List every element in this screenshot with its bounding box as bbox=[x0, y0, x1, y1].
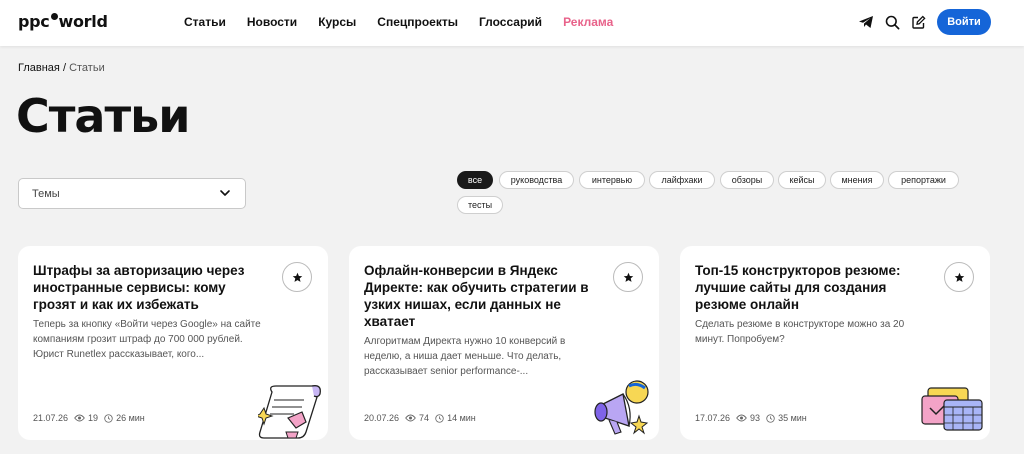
site-logo[interactable]: ppc world bbox=[18, 12, 108, 31]
nav-item-news[interactable]: Новости bbox=[247, 15, 297, 29]
eye-icon bbox=[736, 414, 747, 422]
telegram-icon[interactable] bbox=[857, 13, 875, 31]
article-date: 20.07.26 bbox=[364, 413, 400, 423]
calendar-windows-illustration bbox=[920, 386, 984, 439]
breadcrumb-home[interactable]: Главная bbox=[18, 62, 60, 74]
read-time-value: 14 мин bbox=[447, 413, 476, 423]
chip-opinions[interactable]: мнения bbox=[830, 171, 884, 189]
read-time-value: 35 мин bbox=[778, 413, 807, 423]
article-title[interactable]: Топ-15 конструкторов резюме: лучшие сайт… bbox=[695, 262, 927, 313]
nav-item-advertising[interactable]: Реклама bbox=[563, 15, 613, 29]
star-icon bbox=[292, 272, 302, 282]
read-time-value: 26 мин bbox=[116, 413, 145, 423]
chip-guides[interactable]: руководства bbox=[499, 171, 574, 189]
read-time: 35 мин bbox=[766, 413, 807, 423]
edit-icon[interactable] bbox=[909, 13, 927, 31]
logo-dot bbox=[50, 13, 58, 20]
article-description: Сделать резюме в конструкторе можно за 2… bbox=[695, 319, 905, 345]
article-description: Алгоритмам Директа нужно 10 конверсий в … bbox=[364, 336, 566, 377]
chip-interviews[interactable]: интервью bbox=[579, 171, 645, 189]
chip-all[interactable]: все bbox=[457, 171, 493, 189]
header-icons bbox=[857, 13, 935, 31]
article-meta: 21.07.26 19 26 мин bbox=[33, 413, 151, 423]
page-title: Статьи bbox=[16, 89, 190, 143]
eye-icon bbox=[405, 414, 416, 422]
article-card[interactable]: Офлайн-конверсии в Яндекс Директе: как о… bbox=[349, 246, 659, 440]
article-meta: 20.07.26 74 14 мин bbox=[364, 413, 482, 423]
site-header: ppc world Статьи Новости Курсы Спецпроек… bbox=[0, 0, 1024, 46]
clock-icon bbox=[104, 413, 113, 423]
article-title[interactable]: Штрафы за авторизацию через иностранные … bbox=[33, 262, 265, 313]
article-meta: 17.07.26 93 35 мин bbox=[695, 413, 813, 423]
logo-text-left: ppc bbox=[18, 12, 50, 31]
star-icon bbox=[623, 272, 633, 282]
article-description: Теперь за кнопку «Войти через Google» на… bbox=[33, 319, 261, 360]
chip-cases[interactable]: кейсы bbox=[778, 171, 826, 189]
article-card[interactable]: Штрафы за авторизацию через иностранные … bbox=[18, 246, 328, 440]
topics-select-label: Темы bbox=[32, 187, 60, 200]
bookmark-button[interactable] bbox=[282, 262, 312, 292]
login-button[interactable]: Войти bbox=[937, 9, 991, 35]
article-date: 17.07.26 bbox=[695, 413, 731, 423]
star-icon bbox=[954, 272, 964, 282]
views-count: 93 bbox=[750, 413, 761, 423]
views-counter: 74 bbox=[405, 413, 429, 423]
chip-reports[interactable]: репортажи bbox=[888, 171, 959, 189]
breadcrumb-separator: / bbox=[62, 62, 66, 74]
chip-reviews[interactable]: обзоры bbox=[720, 171, 774, 189]
chip-lifehacks[interactable]: лайфхаки bbox=[649, 171, 715, 189]
views-count: 74 bbox=[419, 413, 430, 423]
article-title[interactable]: Офлайн-конверсии в Яндекс Директе: как о… bbox=[364, 262, 596, 330]
views-counter: 19 bbox=[74, 413, 98, 423]
views-counter: 93 bbox=[736, 413, 760, 423]
nav-item-articles[interactable]: Статьи bbox=[184, 15, 226, 29]
topics-select[interactable]: Темы bbox=[18, 178, 246, 209]
chip-tests[interactable]: тесты bbox=[457, 196, 503, 214]
read-time: 14 мин bbox=[435, 413, 476, 423]
search-icon[interactable] bbox=[883, 13, 901, 31]
bookmark-button[interactable] bbox=[944, 262, 974, 292]
article-card[interactable]: Топ-15 конструкторов резюме: лучшие сайт… bbox=[680, 246, 990, 440]
nav-item-courses[interactable]: Курсы bbox=[318, 15, 356, 29]
eye-icon bbox=[74, 414, 85, 422]
article-date: 21.07.26 bbox=[33, 413, 69, 423]
nav-item-special-projects[interactable]: Спецпроекты bbox=[377, 15, 458, 29]
megaphone-illustration bbox=[593, 380, 653, 443]
breadcrumb: Главная / Статьи bbox=[18, 62, 105, 74]
clock-icon bbox=[766, 413, 775, 423]
read-time: 26 мин bbox=[104, 413, 145, 423]
nav-item-glossary[interactable]: Глоссарий bbox=[479, 15, 542, 29]
scroll-document-illustration bbox=[254, 382, 328, 445]
breadcrumb-current: Статьи bbox=[69, 62, 105, 74]
bookmark-button[interactable] bbox=[613, 262, 643, 292]
clock-icon bbox=[435, 413, 444, 423]
views-count: 19 bbox=[88, 413, 99, 423]
chevron-down-icon bbox=[219, 188, 231, 201]
main-nav: Статьи Новости Курсы Спецпроекты Глоссар… bbox=[184, 15, 634, 29]
logo-text-right: world bbox=[58, 12, 108, 31]
